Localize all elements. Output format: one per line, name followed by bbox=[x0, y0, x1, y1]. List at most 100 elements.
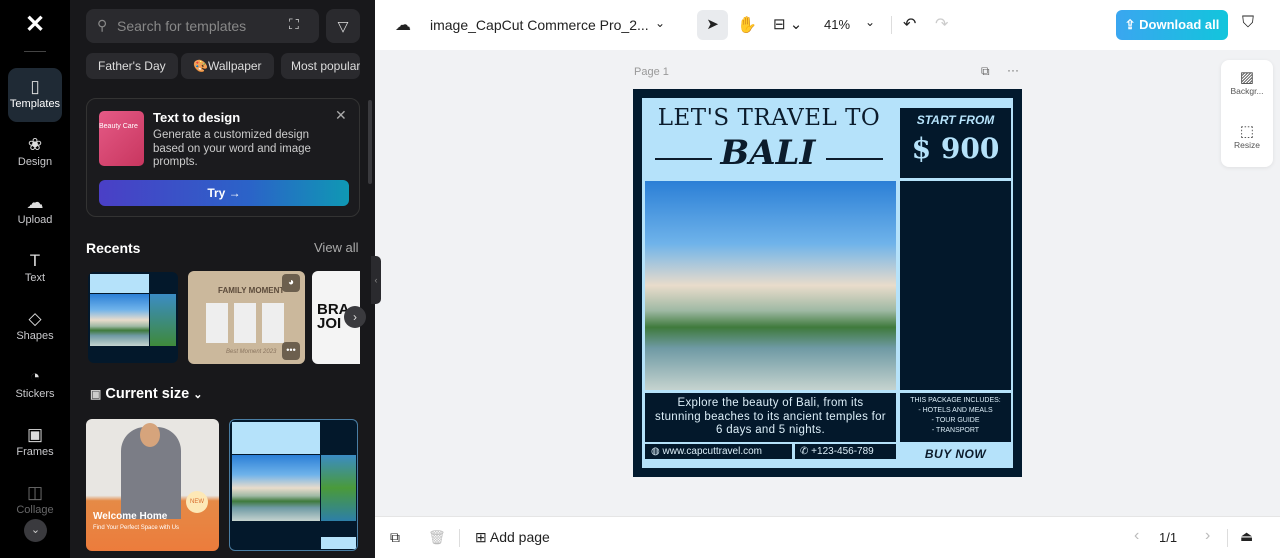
poster-canvas[interactable]: LET'S TRAVEL TO BALI START FROM $ 900 Ex… bbox=[633, 89, 1022, 477]
divider bbox=[1227, 529, 1228, 547]
promo-title: Text to design bbox=[153, 110, 241, 125]
search-box[interactable]: ⚲ Search for templates ⛶ bbox=[86, 9, 319, 43]
website-box: ◍ www.capcuttravel.com bbox=[645, 444, 792, 459]
palette-icon[interactable]: ◕ bbox=[282, 274, 300, 292]
left-rail: ✕ ▯ Templates ❀ Design ☁ Upload T Text ◇ Shap… bbox=[0, 0, 70, 558]
image-search-icon[interactable]: ⛶ bbox=[289, 16, 299, 33]
frames-icon: ▣ bbox=[26, 425, 44, 444]
chip-wallpaper[interactable]: 🎨Wallpaper bbox=[181, 53, 274, 79]
price: $ 900 bbox=[911, 132, 1000, 165]
chip-fathers-day[interactable]: Father's Day bbox=[86, 53, 178, 79]
carousel-next-button[interactable]: › bbox=[344, 306, 366, 328]
rail-item-frames[interactable]: ▣ Frames bbox=[8, 416, 62, 470]
poster-rule-left bbox=[655, 158, 712, 160]
duplicate-page-icon[interactable]: ⧉ bbox=[981, 64, 990, 79]
zoom-chevron-icon[interactable]: ⌄ bbox=[865, 15, 875, 29]
capcut-logo[interactable]: ✕ bbox=[20, 13, 50, 37]
poster-rule-right bbox=[826, 158, 883, 160]
search-input[interactable]: Search for templates bbox=[117, 18, 246, 34]
top-toolbar: ☁ image_CapCut Commerce Pro_2... ⌄ ➤ ✋ ⊟… bbox=[375, 0, 1280, 50]
layout-icon[interactable]: ⊟ ⌄ bbox=[773, 15, 802, 33]
download-all-button[interactable]: ⇪ Download all bbox=[1116, 10, 1228, 40]
welcome-home-template[interactable]: NEW Welcome Home Find Your Perfect Space… bbox=[86, 419, 219, 551]
bottom-toolbar: ⧉ 🗑 ⊞ Add page ‹ 1/1 › ⏏ bbox=[375, 516, 1280, 558]
recents-title: Recents bbox=[86, 240, 141, 256]
side-tools-panel: ▨ Backgr... ⬚ Resize bbox=[1221, 60, 1273, 167]
globe-icon: ◍ bbox=[651, 446, 663, 457]
background-tool[interactable]: ▨ Backgr... bbox=[1221, 68, 1273, 96]
expand-rail-button[interactable]: ⌄ bbox=[24, 519, 47, 542]
phone-icon: ✆ bbox=[800, 446, 812, 457]
price-box: START FROM $ 900 bbox=[900, 108, 1011, 178]
add-page-icon: ⊞ bbox=[475, 529, 490, 545]
poster-heading-1: LET'S TRAVEL TO bbox=[657, 105, 881, 131]
panel-collapse-handle[interactable]: ‹ bbox=[371, 256, 381, 304]
poster-heading-2: BALI bbox=[720, 133, 816, 173]
buy-now-label: BUY NOW bbox=[924, 447, 987, 461]
poster-empty-panel bbox=[900, 181, 1011, 390]
current-size-header[interactable]: ▣ Current size ⌄ bbox=[90, 386, 202, 402]
scrollbar[interactable] bbox=[368, 100, 372, 184]
try-button[interactable]: Try → bbox=[99, 180, 349, 206]
rail-item-upload[interactable]: ☁ Upload bbox=[8, 184, 62, 238]
page-more-icon[interactable]: ··· bbox=[1007, 63, 1019, 77]
page-label: Page 1 bbox=[634, 66, 669, 78]
rail-item-shapes[interactable]: ◇ Shapes bbox=[8, 300, 62, 354]
rail-item-templates[interactable]: ▯ Templates bbox=[8, 68, 62, 122]
zoom-level[interactable]: 41% bbox=[824, 17, 850, 32]
stickers-icon: ◔ bbox=[29, 367, 41, 386]
select-tool-button[interactable]: ➤ bbox=[697, 10, 728, 40]
shapes-icon: ◇ bbox=[28, 309, 42, 328]
text-icon: T bbox=[29, 251, 41, 270]
promo-description: Generate a customized design based on yo… bbox=[153, 129, 311, 168]
filter-button[interactable]: ▽ bbox=[326, 9, 360, 43]
bali-template-current[interactable] bbox=[229, 419, 358, 551]
phone-box: ✆ +123-456-789 bbox=[795, 444, 896, 459]
poster-description-box: Explore the beauty of Bali, from its stu… bbox=[645, 393, 896, 442]
templates-icon: ▯ bbox=[30, 77, 40, 96]
shield-icon[interactable]: ⛉ bbox=[1242, 14, 1254, 32]
resize-icon: ⬚ bbox=[1239, 123, 1255, 140]
cloud-saved-icon[interactable]: ☁ bbox=[395, 15, 411, 35]
rail-item-text[interactable]: T Text bbox=[8, 242, 62, 296]
divider bbox=[459, 529, 460, 547]
recent-family-template[interactable]: FAMILY MOMENT Best Moment 2023 ◕ ••• bbox=[188, 271, 305, 364]
promo-thumbnail: Beauty Care bbox=[99, 111, 144, 166]
rail-item-design[interactable]: ❀ Design bbox=[8, 126, 62, 180]
close-icon[interactable]: ✕ bbox=[335, 107, 347, 124]
view-all-link[interactable]: View all bbox=[314, 240, 359, 255]
divider bbox=[24, 51, 46, 52]
collage-icon: ◫ bbox=[26, 483, 44, 502]
package-box: THIS PACKAGE INCLUDES: - HOTELS AND MEAL… bbox=[900, 393, 1011, 442]
redo-icon[interactable]: ↷ bbox=[935, 14, 948, 34]
text-to-design-card: Beauty Care Text to design Generate a cu… bbox=[86, 98, 360, 217]
design-icon: ❀ bbox=[27, 135, 43, 154]
chip-most-popular[interactable]: Most popular bbox=[281, 53, 360, 79]
pages-panel-icon[interactable]: ⏏ bbox=[1240, 528, 1253, 545]
resize-tool[interactable]: ⬚ Resize bbox=[1221, 122, 1273, 150]
recent-bali-template[interactable] bbox=[88, 272, 178, 363]
previous-page-icon[interactable]: ‹ bbox=[1134, 527, 1139, 545]
search-icon: ⚲ bbox=[97, 17, 108, 33]
more-options-icon[interactable]: ••• bbox=[282, 342, 300, 360]
palette-icon: 🎨 bbox=[193, 59, 208, 73]
delete-page-icon[interactable]: 🗑 bbox=[428, 529, 446, 546]
add-page-button[interactable]: ⊞ Add page bbox=[475, 529, 550, 546]
filename[interactable]: image_CapCut Commerce Pro_2... bbox=[430, 17, 649, 33]
temple-photo bbox=[645, 181, 896, 390]
chevron-down-icon: ⌄ bbox=[193, 389, 203, 401]
page-counter: 1/1 bbox=[1159, 530, 1178, 545]
upload-icon: ☁ bbox=[26, 193, 44, 212]
undo-icon[interactable]: ↶ bbox=[903, 14, 916, 34]
background-icon: ▨ bbox=[1239, 69, 1255, 86]
filename-chevron-icon[interactable]: ⌄ bbox=[655, 16, 665, 30]
hand-tool-icon[interactable]: ✋ bbox=[737, 15, 757, 35]
next-page-icon[interactable]: › bbox=[1205, 527, 1210, 545]
export-icon: ⇪ bbox=[1124, 17, 1140, 32]
templates-panel: ⚲ Search for templates ⛶ ▽ Father's Day … bbox=[70, 0, 375, 558]
rail-item-stickers[interactable]: ◔ Stickers bbox=[8, 358, 62, 412]
new-badge: NEW bbox=[186, 491, 208, 513]
copy-page-icon[interactable]: ⧉ bbox=[390, 529, 400, 546]
divider bbox=[891, 16, 892, 34]
current-size-icon: ▣ bbox=[90, 387, 102, 401]
